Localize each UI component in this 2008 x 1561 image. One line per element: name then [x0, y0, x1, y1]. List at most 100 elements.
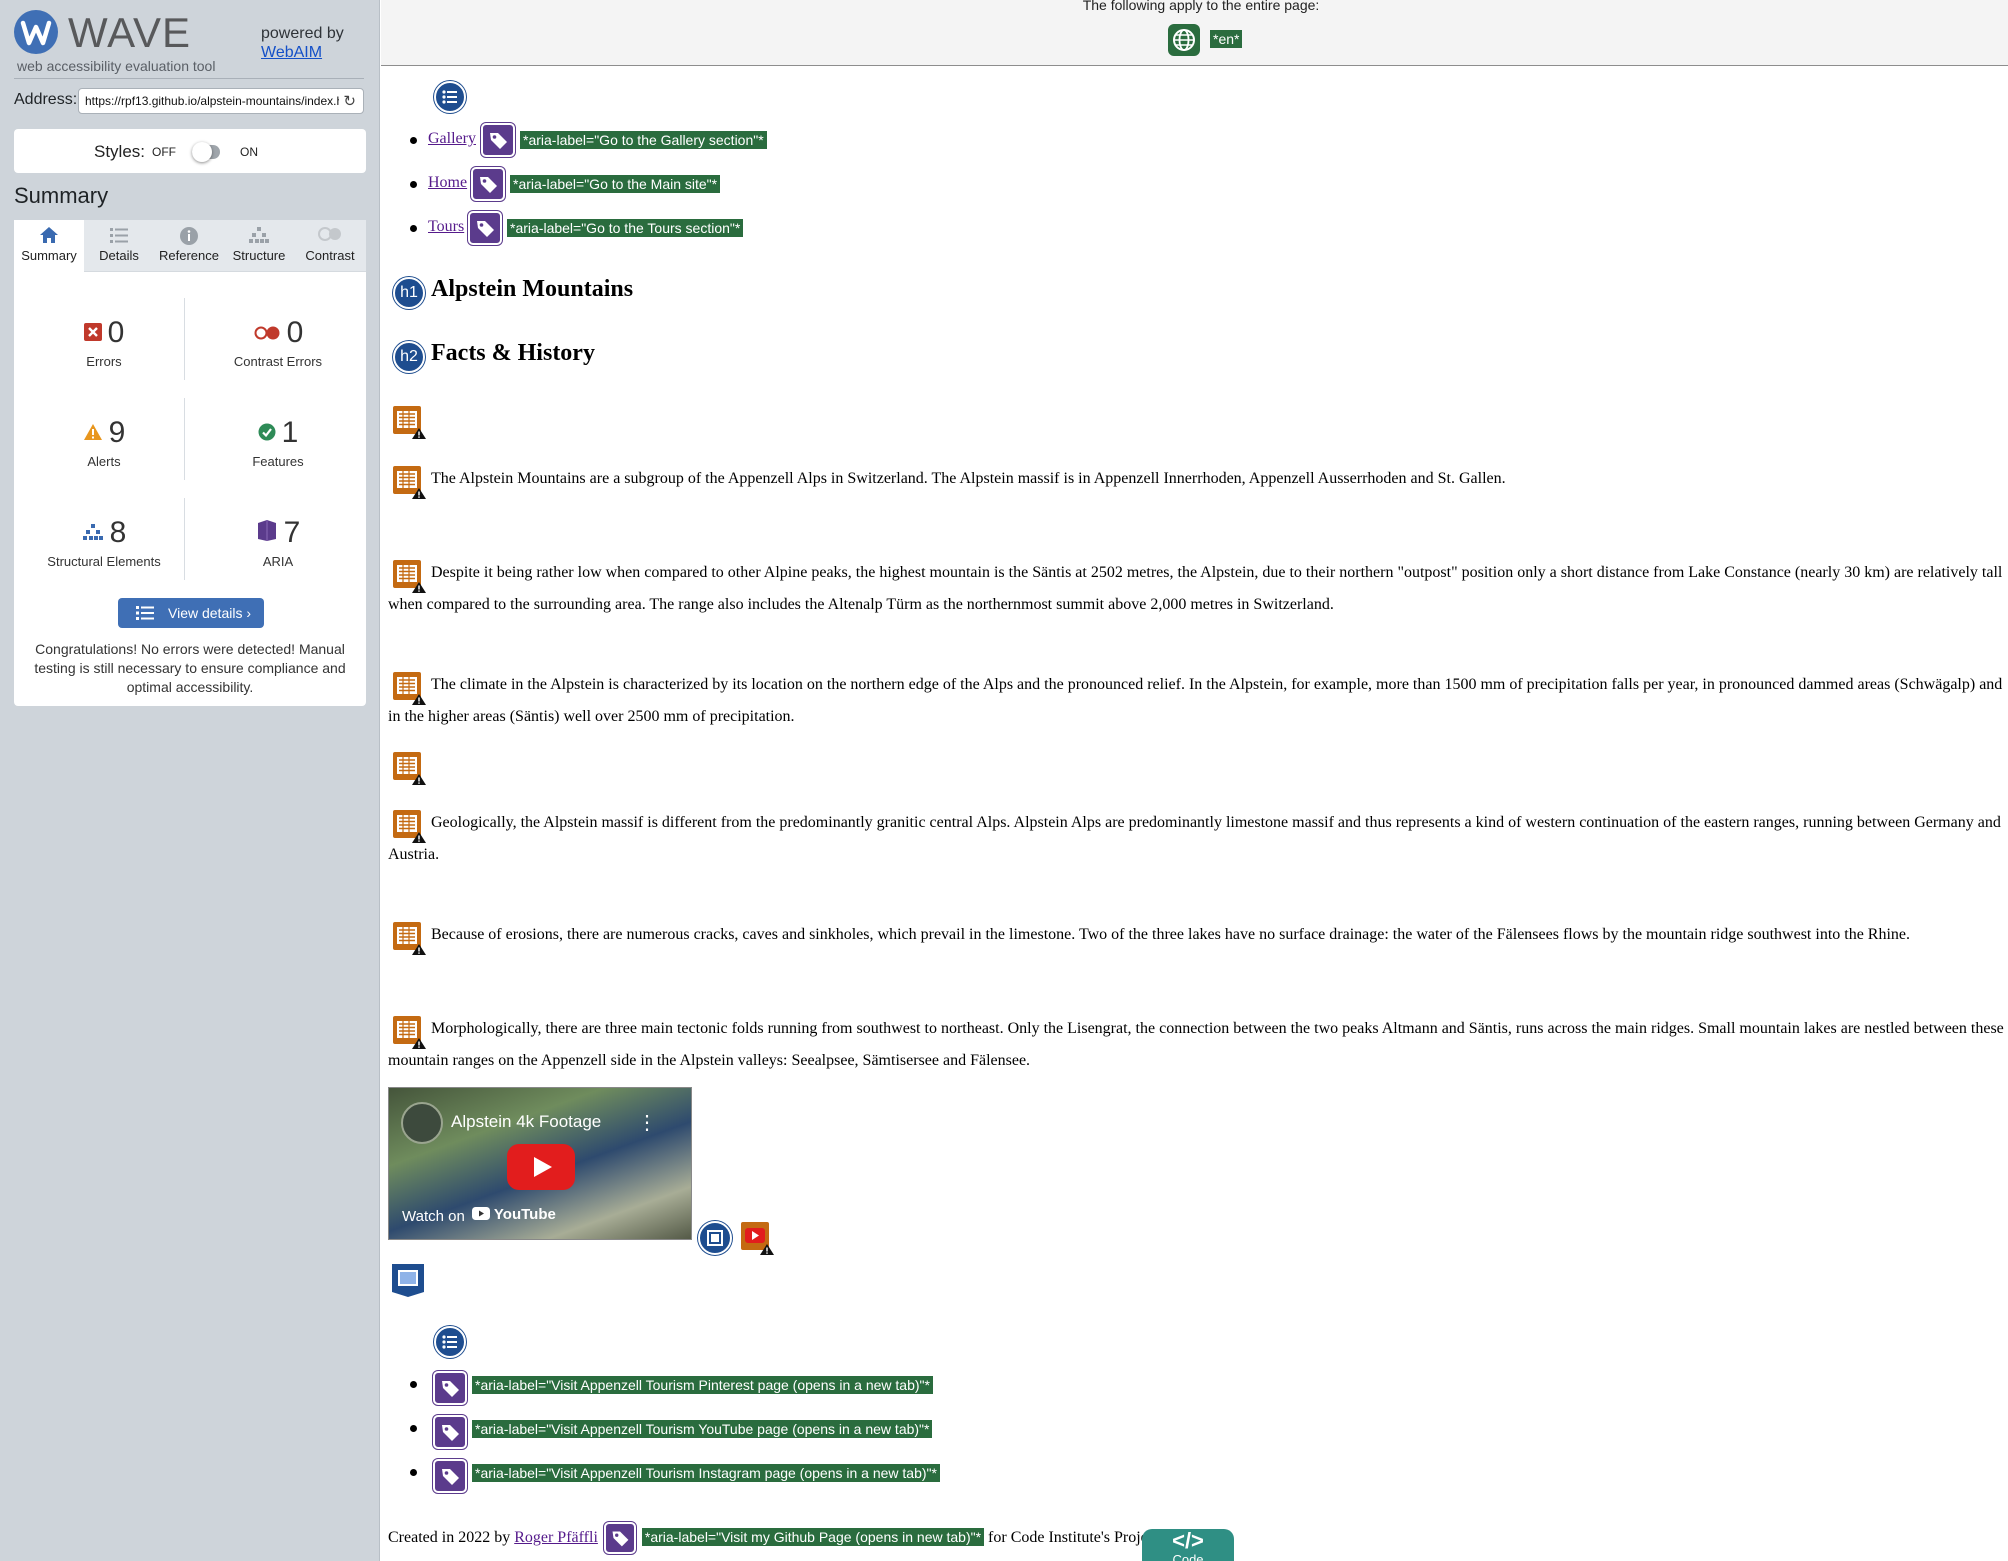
nav-link-tours[interactable]: Tours — [428, 218, 464, 236]
tag-icon[interactable] — [603, 1522, 636, 1554]
page-language-notice: The following apply to the entire page: — [1082, 0, 1320, 13]
youtube-embed[interactable]: Alpstein 4k Footage ⋮ Watch on YouTube — [388, 1087, 692, 1240]
author-link[interactable]: Roger Pfäffli — [514, 1529, 598, 1546]
wave-logo-icon — [14, 10, 58, 54]
heading-h1-icon[interactable]: h1 — [393, 277, 425, 309]
list-bullet — [410, 137, 417, 144]
heading-h2-icon[interactable]: h2 — [393, 341, 425, 373]
contrast-icon — [294, 220, 366, 246]
app-tagline: web accessibility evaluation tool — [17, 58, 216, 74]
tab-contrast[interactable]: Contrast — [294, 220, 366, 272]
aria-label-badge: *aria-label="Visit my Github Page (opens… — [641, 1528, 985, 1546]
tab-label: Structure — [232, 248, 286, 263]
styles-label: Styles: — [94, 142, 146, 161]
contrast-errors-label: Contrast Errors — [233, 354, 323, 369]
code-button[interactable]: </> Code — [1142, 1529, 1234, 1561]
tag-icon[interactable] — [471, 167, 505, 201]
paragraph: Morphologically, there are three main te… — [388, 1020, 2004, 1069]
hierarchy-icon — [224, 220, 294, 246]
nav-link-home[interactable]: Home — [428, 174, 467, 192]
stat-aria[interactable]: 7 ARIA — [198, 516, 358, 569]
paragraph: Despite it being rather low when compare… — [388, 564, 2003, 613]
list-icon — [84, 220, 154, 246]
stat-structural[interactable]: 8 Structural Elements — [24, 516, 184, 569]
tag-icon[interactable] — [468, 211, 502, 245]
channel-avatar[interactable] — [401, 1102, 443, 1144]
styles-toggle[interactable] — [178, 142, 234, 162]
list-icon[interactable] — [434, 81, 466, 113]
page-footer: Created in 2022 by Roger Pfäffli *aria-l… — [388, 1522, 1171, 1554]
social-link-pinterest[interactable]: *aria-label="Visit Appenzell Tourism Pin… — [472, 1376, 933, 1394]
possible-heading-alert-icon[interactable] — [391, 404, 426, 439]
paragraph: Geologically, the Alpstein massif is dif… — [388, 814, 2001, 863]
list-bullet — [410, 225, 417, 232]
tab-reference[interactable]: Reference — [154, 220, 224, 272]
error-icon — [83, 315, 102, 349]
section-heading: Facts & History — [431, 340, 595, 366]
tag-icon[interactable] — [433, 1371, 467, 1405]
more-options-icon[interactable]: ⋮ — [637, 1110, 657, 1135]
structural-label: Structural Elements — [47, 554, 161, 569]
errors-count: 0 — [107, 316, 125, 349]
play-button[interactable] — [507, 1144, 575, 1190]
stat-alerts[interactable]: 9 Alerts — [24, 416, 184, 469]
tag-icon[interactable] — [433, 1415, 467, 1449]
stat-errors[interactable]: 0 Errors — [24, 316, 184, 369]
info-icon — [154, 220, 224, 246]
features-label: Features — [252, 454, 304, 469]
app-name: WAVE — [68, 9, 192, 56]
toggle-knob[interactable] — [192, 142, 212, 162]
list-bullet — [410, 181, 417, 188]
list-bullet — [410, 1425, 417, 1432]
powered-by-text: powered by — [261, 25, 344, 42]
contrast-errors-count: 0 — [286, 316, 304, 349]
footer-prefix: Created in 2022 by — [388, 1529, 511, 1546]
tab-summary[interactable]: Summary — [14, 220, 84, 272]
iframe-icon[interactable] — [698, 1221, 732, 1255]
stat-features[interactable]: 1 Features — [198, 416, 358, 469]
tab-details[interactable]: Details — [84, 220, 154, 272]
wave-logo[interactable]: WAVE web accessibility evaluation tool p… — [14, 10, 364, 76]
tab-label: Summary — [21, 248, 77, 263]
tag-icon[interactable] — [433, 1459, 467, 1493]
home-icon — [14, 220, 84, 246]
alert-icon — [83, 415, 103, 449]
nav-link-gallery[interactable]: Gallery — [428, 130, 476, 148]
code-icon: </> — [1172, 1528, 1204, 1553]
social-link-youtube[interactable]: *aria-label="Visit Appenzell Tourism You… — [472, 1420, 933, 1438]
errors-label: Errors — [86, 354, 122, 369]
alerts-label: Alerts — [87, 454, 121, 469]
video-title[interactable]: Alpstein 4k Footage — [451, 1112, 601, 1132]
congrats-message: Congratulations! No errors were detected… — [34, 641, 346, 695]
paragraph: The climate in the Alpstein is character… — [388, 676, 2003, 725]
summary-title: Summary — [14, 183, 109, 208]
youtube-video-alert-icon[interactable] — [739, 1220, 775, 1256]
list-bullet — [410, 1381, 417, 1388]
summary-panel: Summary Details Reference Structure Cont… — [14, 220, 366, 706]
aria-label-badge: *aria-label="Go to the Main site"* — [510, 175, 721, 193]
code-button-label: Code — [1172, 1552, 1204, 1561]
address-input[interactable] — [78, 88, 364, 114]
youtube-logo[interactable]: YouTube — [472, 1206, 556, 1223]
reload-icon[interactable]: ↻ — [343, 92, 356, 110]
youtube-label: YouTube — [493, 1206, 556, 1223]
view-details-label: View details › — [168, 605, 252, 621]
stat-contrast-errors[interactable]: 0 Contrast Errors — [198, 316, 358, 369]
styles-on-label: ON — [240, 145, 258, 159]
tab-structure[interactable]: Structure — [224, 220, 294, 272]
webaim-link[interactable]: WebAIM — [261, 43, 344, 62]
possible-heading-alert-icon[interactable] — [391, 750, 426, 785]
social-link-instagram[interactable]: *aria-label="Visit Appenzell Tourism Ins… — [472, 1464, 940, 1482]
styles-toggle-box: Styles: OFF ON — [14, 129, 366, 173]
globe-icon[interactable] — [1168, 24, 1200, 56]
footer-landmark-icon[interactable] — [390, 1262, 426, 1298]
paragraph: The Alpstein Mountains are a subgroup of… — [431, 470, 1506, 487]
tab-label: Contrast — [305, 248, 355, 263]
page-language-value: *en* — [1210, 30, 1243, 48]
view-details-button[interactable]: View details › — [118, 598, 264, 628]
list-icon[interactable] — [434, 1326, 466, 1358]
tag-icon[interactable] — [481, 123, 515, 157]
wave-sidebar: WAVE web accessibility evaluation tool p… — [0, 0, 380, 1561]
page-title: Alpstein Mountains — [431, 276, 634, 302]
tab-label: Details — [99, 248, 139, 263]
